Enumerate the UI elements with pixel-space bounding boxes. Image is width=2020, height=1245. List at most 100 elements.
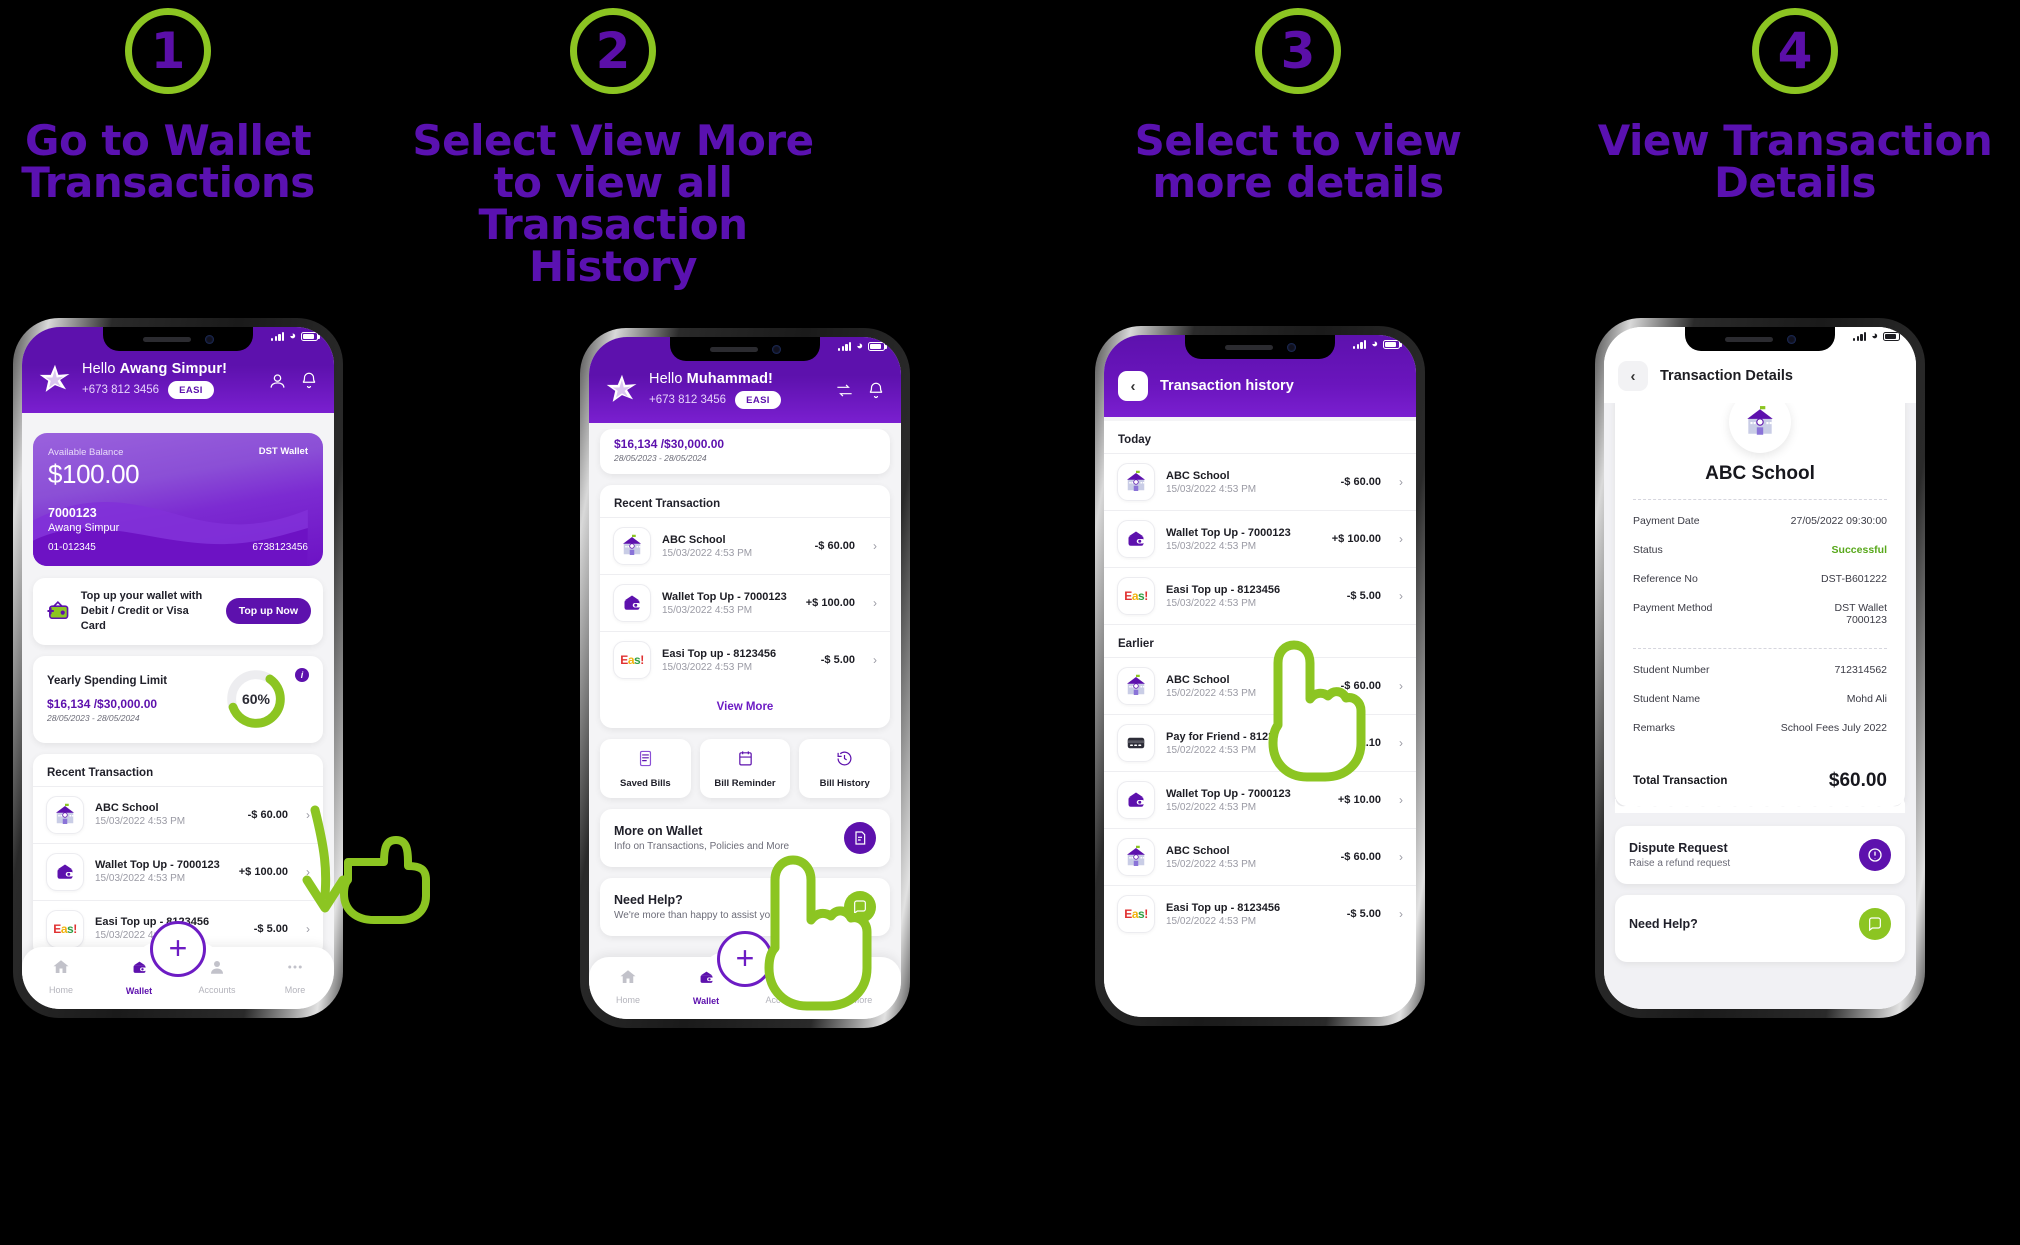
transaction-amount: +$ 100.00 [805,597,855,609]
chat-icon[interactable] [1859,908,1891,940]
easi-chip[interactable]: EASI [735,391,781,409]
transaction-date: 15/03/2022 4:53 PM [95,873,186,885]
table-row[interactable]: ABC School 15/03/2022 4:53 PM -$ 60.00 › [1104,454,1416,510]
add-button[interactable]: + [717,931,773,987]
table-row[interactable]: Eas! Easi Top up - 8123456 15/02/2022 4:5… [1104,885,1416,942]
top-up-now-button[interactable]: Top up Now [225,598,311,625]
merchant-name: ABC School [1705,463,1815,484]
tab-more[interactable]: More [823,968,901,1005]
tab-home[interactable]: Home [589,968,667,1005]
phone-4-body[interactable]: ABC School Payment Date 27/05/2022 09:30… [1604,397,1916,1009]
phone-3-body[interactable]: Today ABC School 15/03/2022 4:53 PM -$ 60… [1104,421,1416,1017]
table-row[interactable]: ABC School 15/03/2022 4:53 PM -$ 60.00 › [33,785,323,843]
transaction-name: ABC School [1166,469,1230,482]
view-more-button[interactable]: View More [600,688,890,728]
camera-icon [1786,334,1796,344]
tab-home[interactable]: Home [22,958,100,995]
transaction-date: 15/02/2022 4:53 PM [1166,744,1257,756]
tile-saved-bills[interactable]: Saved Bills [600,739,691,798]
chevron-right-icon[interactable]: › [1399,736,1403,750]
signal-icon [271,331,285,341]
detail-value: DST-B601222 [1821,572,1887,585]
transaction-amount: -$ 5.00 [1346,908,1381,920]
chevron-right-icon[interactable]: › [873,539,877,553]
chevron-right-icon[interactable]: › [1399,907,1403,921]
table-row[interactable]: Eas! Easi Top up - 8123456 15/03/2022 4:… [600,631,890,688]
chevron-right-icon[interactable]: › [1399,679,1403,693]
spending-limit-card-partial[interactable]: $16,134 /$30,000.00 28/05/2023 - 28/05/2… [600,429,890,474]
speaker-icon [142,336,191,342]
phone-3-screen: ◕ ‹ Transaction history Today ABC School… [1104,335,1416,1017]
spending-limit-card[interactable]: Yearly Spending Limit $16,134 /$30,000.0… [33,655,323,743]
back-button[interactable]: ‹ [1618,361,1648,391]
chevron-right-icon[interactable]: › [306,808,310,822]
need-help-card[interactable]: Need Help? We're more than happy to assi… [600,878,890,936]
chevron-right-icon[interactable]: › [1399,475,1403,489]
dispute-request-card[interactable]: Dispute Request Raise a refund request [1615,826,1905,884]
tile-bill-history[interactable]: Bill History [799,739,891,798]
table-row[interactable]: ABC School 15/02/2022 4:53 PM -$ 60.00 › [1104,657,1416,714]
need-help-card[interactable]: Need Help? [1615,895,1905,962]
table-row[interactable]: ABC School 15/03/2022 4:53 PM -$ 60.00 › [600,517,890,574]
bell-icon[interactable] [867,381,885,399]
camera-icon [771,344,781,354]
tile-label: Saved Bills [619,778,671,789]
transfer-icon[interactable] [835,381,854,400]
transaction-name: Wallet Top Up - 7000123 [1166,526,1291,539]
bill-icon [639,750,651,767]
person-icon [778,971,790,984]
tab-more[interactable]: More [256,958,334,995]
info-icon[interactable]: i [295,667,309,682]
home-icon [53,960,69,973]
easi-chip[interactable]: EASI [168,381,214,399]
user-name: Awang Simpur! [119,361,228,377]
battery-icon [1883,331,1903,341]
quick-tiles: Saved Bills Bill Reminder Bill History [600,739,891,798]
chevron-right-icon[interactable]: › [306,922,310,936]
user-phone: +673 812 3456 [649,394,727,406]
bell-icon[interactable] [300,371,318,389]
add-button[interactable]: + [150,921,206,977]
table-row[interactable]: Wallet Top Up - 7000123 15/03/2022 4:53 P… [1104,510,1416,567]
chevron-right-icon[interactable]: › [306,865,310,879]
topup-card[interactable]: Top up your wallet with Debit / Credit o… [33,578,323,645]
tab-label: Accounts [765,995,803,1005]
transaction-name: ABC School [662,533,726,546]
chevron-right-icon[interactable]: › [1399,532,1403,546]
chat-icon[interactable] [844,891,876,923]
transaction-amount: -$ 60.00 [814,540,855,552]
tile-bill-reminder[interactable]: Bill Reminder [699,739,791,798]
detail-key: Status [1633,543,1663,556]
tile-label: Bill History [819,778,870,789]
easi-icon: Eas! [613,641,651,679]
profile-switch-icon[interactable] [268,371,287,390]
school-icon [1117,463,1155,501]
doc-icon[interactable] [844,822,876,854]
chevron-right-icon[interactable]: › [1399,850,1403,864]
table-row[interactable]: Wallet Top Up - 7000123 15/03/2022 4:53 … [33,842,323,900]
card-ref-right: 6738123456 [252,542,308,553]
dots-icon [855,975,869,979]
annotation-hand-1 [340,836,430,924]
back-button[interactable]: ‹ [1118,371,1148,401]
chevron-right-icon[interactable]: › [1399,793,1403,807]
detail-value: 27/05/2022 09:30:00 [1790,514,1887,527]
detail-row: Student Name Mohd Ali [1615,684,1905,713]
alert-icon[interactable] [1859,839,1891,871]
speaker-icon [1224,344,1273,350]
chevron-right-icon[interactable]: › [873,596,877,610]
topup-wallet-icon [47,601,69,620]
table-row[interactable]: Pay for Friend - 8123457 15/02/2022 4:53 … [1104,714,1416,771]
more-on-wallet-card[interactable]: More on Wallet Info on Transactions, Pol… [600,809,890,867]
chevron-right-icon[interactable]: › [1399,589,1403,603]
table-row[interactable]: Eas! Easi Top up - 8123456 15/03/2022 4:5… [1104,567,1416,624]
greeting-prefix: Hello [82,361,120,377]
balance-card[interactable]: DST Wallet Available Balance $100.00 700… [33,433,323,566]
history-icon [837,751,852,766]
table-row[interactable]: Wallet Top Up - 7000123 15/03/2022 4:53 … [600,574,890,631]
chevron-right-icon[interactable]: › [873,653,877,667]
table-row[interactable]: Wallet Top Up - 7000123 15/02/2022 4:53 P… [1104,771,1416,828]
table-row[interactable]: ABC School 15/02/2022 4:53 PM -$ 60.00 › [1104,828,1416,885]
tab-label: More [851,995,873,1005]
status-badge: Successful [1831,543,1887,556]
